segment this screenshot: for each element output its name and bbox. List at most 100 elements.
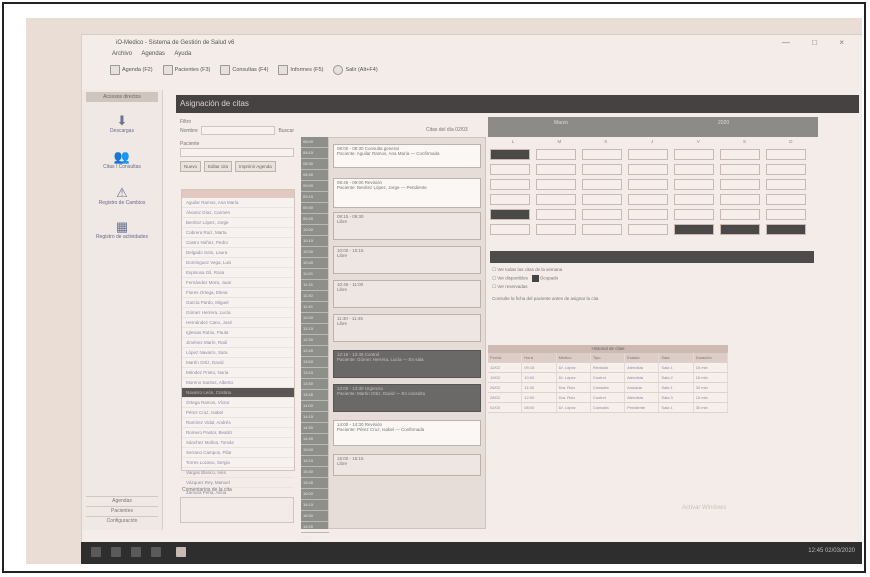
- patient-list-item[interactable]: Moreno Santos, Alberto: [182, 378, 294, 388]
- appointment-block[interactable]: 10:00 - 10:15 Libre: [333, 246, 481, 274]
- patient-list-item[interactable]: García Pardo, Miguel: [182, 298, 294, 308]
- patient-list-item[interactable]: López Navarro, Sara: [182, 348, 294, 358]
- calendar-day-cell[interactable]: [766, 209, 806, 220]
- calendar-day-cell[interactable]: [674, 194, 714, 205]
- appointment-block[interactable]: 08:00 - 08:30 Consulta general Paciente: …: [333, 144, 481, 168]
- patient-list-item[interactable]: Torres Lozano, Sergio: [182, 458, 294, 468]
- calendar-day-cell[interactable]: [628, 179, 668, 190]
- calendar-day-cell[interactable]: [720, 224, 760, 235]
- appointment-block[interactable]: 12:15 - 12:45 Control Paciente: Gómez Her…: [333, 350, 481, 378]
- sidebar-bottom-config[interactable]: Configuración: [86, 516, 158, 526]
- calendar-day-cell[interactable]: [628, 149, 668, 160]
- history-column-header[interactable]: Fecha: [488, 353, 523, 362]
- sidebar-item-actividades[interactable]: ▦ Registro de actividades: [82, 220, 162, 241]
- calendar-day-cell[interactable]: [490, 209, 530, 220]
- calendar-day-cell[interactable]: [720, 179, 760, 190]
- patient-list-item[interactable]: Cabrera Ruiz, Marta: [182, 228, 294, 238]
- calendar-day-cell[interactable]: [720, 209, 760, 220]
- patient-list-item[interactable]: Fernández Mora, Juan: [182, 278, 294, 288]
- calendar-day-cell[interactable]: [720, 149, 760, 160]
- patient-list-item[interactable]: Ramírez Vidal, Andrés: [182, 418, 294, 428]
- task-view-icon[interactable]: [131, 547, 141, 557]
- patient-list-item[interactable]: Pérez Cruz, Isabel: [182, 408, 294, 418]
- appointment-block[interactable]: 08:45 - 09:00 Revisión Paciente: Benítez …: [333, 178, 481, 208]
- calendar-year[interactable]: 2020: [718, 120, 729, 126]
- appointment-block[interactable]: 13:00 - 13:30 Urgencia Paciente: Martín O…: [333, 384, 481, 412]
- patient-list-item[interactable]: Navarro León, Cristina: [182, 388, 294, 398]
- patient-list-item[interactable]: Álvarez Díaz, Carmen: [182, 208, 294, 218]
- sidebar-bottom-pacientes[interactable]: Pacientes: [86, 506, 158, 516]
- appointment-block[interactable]: 09:15 - 09:30 Libre: [333, 212, 481, 240]
- patient-list-item[interactable]: Aguilar Ramos, Ana María: [182, 198, 294, 208]
- patient-list-item[interactable]: Méndez Prieto, Nuria: [182, 368, 294, 378]
- calendar-day-cell[interactable]: [490, 149, 530, 160]
- patient-list-item[interactable]: Romero Pastor, Beatriz: [182, 428, 294, 438]
- patient-list-item[interactable]: Martín Ortiz, David: [182, 358, 294, 368]
- patient-list-item[interactable]: Hernández Cano, José: [182, 318, 294, 328]
- sidebar-item-descargas[interactable]: ⬇ Descargas: [82, 114, 162, 135]
- calendar-day-cell[interactable]: [490, 194, 530, 205]
- toolbar-patients-button[interactable]: Pacientes (F3): [162, 65, 210, 75]
- calendar-day-cell[interactable]: [766, 164, 806, 175]
- calendar-day-cell[interactable]: [720, 164, 760, 175]
- menu-archivo[interactable]: Archivo: [112, 51, 132, 57]
- patient-list-item[interactable]: Flores Ortega, Elena: [182, 288, 294, 298]
- patient-list-item[interactable]: Iglesias Rubio, Paula: [182, 328, 294, 338]
- calendar-day-cell[interactable]: [490, 179, 530, 190]
- history-column-header[interactable]: Tipo: [590, 353, 626, 362]
- appointment-block[interactable]: 14:00 - 14:30 Revisión Paciente: Pérez Cr…: [333, 420, 481, 446]
- history-row[interactable]: 28/02 12:00 Dra. Ruiz Control Atendida Sala 3…: [488, 393, 728, 403]
- patient-list-item[interactable]: Jiménez Marín, Raúl: [182, 338, 294, 348]
- calendar-day-cell[interactable]: [766, 194, 806, 205]
- calendar-day-cell[interactable]: [582, 164, 622, 175]
- patient-list-item[interactable]: Sánchez Molina, Tomás: [182, 438, 294, 448]
- window-controls[interactable]: — □ ×: [782, 38, 854, 47]
- calendar-day-cell[interactable]: [582, 194, 622, 205]
- calendar-day-cell[interactable]: [582, 209, 622, 220]
- patient-list-item[interactable]: Serrano Campos, Pilar: [182, 448, 294, 458]
- calendar-day-cell[interactable]: [766, 224, 806, 235]
- app-taskbar-icon[interactable]: [176, 547, 186, 557]
- patient-list-item[interactable]: Gómez Herrera, Lucía: [182, 308, 294, 318]
- calendar-day-cell[interactable]: [536, 194, 576, 205]
- patient-list-item[interactable]: Benítez López, Jorge: [182, 218, 294, 228]
- calendar-day-cell[interactable]: [536, 149, 576, 160]
- print-agenda-button[interactable]: Imprimir Agenda: [235, 161, 276, 172]
- new-button[interactable]: Nuevo: [180, 161, 202, 172]
- comments-textarea[interactable]: [180, 497, 294, 523]
- patient-list-item[interactable]: Delgado Soto, Laura: [182, 248, 294, 258]
- menu-ayuda[interactable]: Ayuda: [174, 51, 191, 57]
- toolbar-exit-button[interactable]: Salir (Alt+F4): [333, 65, 378, 75]
- calendar-day-cell[interactable]: [536, 209, 576, 220]
- toolbar-consults-button[interactable]: Consultas (F4): [220, 65, 268, 75]
- history-row[interactable]: 12/02 09:15 Dr. López Revisión Atendida Sala …: [488, 363, 728, 373]
- appointment-block[interactable]: 11:30 - 11:45 Libre: [333, 314, 481, 342]
- calendar-day-cell[interactable]: [766, 149, 806, 160]
- appointment-block[interactable]: 10:45 - 11:00 Libre: [333, 280, 481, 308]
- search-button[interactable]: Buscar: [278, 128, 294, 134]
- patient-list-item[interactable]: Espinosa Gil, Rosa: [182, 268, 294, 278]
- calendar-day-cell[interactable]: [628, 209, 668, 220]
- calendar-day-cell[interactable]: [674, 164, 714, 175]
- calendar-day-cell[interactable]: [490, 164, 530, 175]
- calendar-day-cell[interactable]: [582, 149, 622, 160]
- option-week[interactable]: ☐ Ver todas las citas de la semana: [492, 267, 814, 273]
- calendar-day-cell[interactable]: [490, 224, 530, 235]
- appointment-block[interactable]: 15:00 - 15:15 Libre: [333, 454, 481, 476]
- browser-icon[interactable]: [151, 547, 161, 557]
- day-schedule[interactable]: 08:00 - 08:30 Consulta general Paciente: …: [328, 137, 486, 529]
- calendar-day-cell[interactable]: [536, 179, 576, 190]
- patient-list-item[interactable]: Castro Núñez, Pedro: [182, 238, 294, 248]
- calendar-day-cell[interactable]: [674, 209, 714, 220]
- calendar-day-cell[interactable]: [628, 194, 668, 205]
- calendar-day-cell[interactable]: [674, 179, 714, 190]
- calendar-month[interactable]: Marzo: [554, 120, 568, 126]
- patient-list-item[interactable]: Ortega Ramos, Víctor: [182, 398, 294, 408]
- search-icon[interactable]: [111, 547, 121, 557]
- history-column-header[interactable]: Duración: [693, 353, 728, 362]
- calendar-day-cell[interactable]: [628, 164, 668, 175]
- history-row[interactable]: 19/02 10:00 Dr. López Control Atendida Sala 2…: [488, 373, 728, 383]
- history-row[interactable]: 26/02 11:30 Dra. Ruiz Consulta Anulada Sala 1…: [488, 383, 728, 393]
- history-column-header[interactable]: Médico: [556, 353, 591, 362]
- edit-appointment-button[interactable]: Editar cita: [204, 161, 233, 172]
